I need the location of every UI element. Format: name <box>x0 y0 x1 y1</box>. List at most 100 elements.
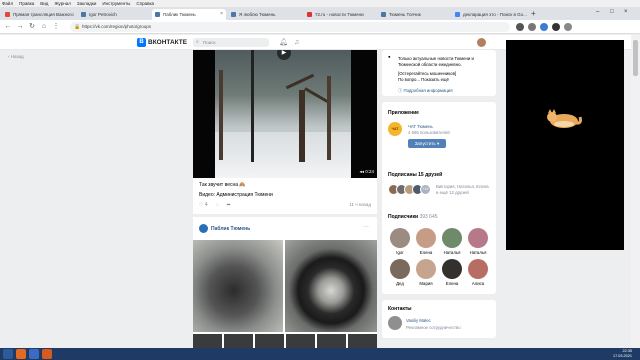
tab-favicon-icon <box>455 12 460 17</box>
friends-heading[interactable]: Подписаны 15 друзей <box>388 172 442 178</box>
subscriber-avatar <box>442 259 462 279</box>
browser-tab[interactable]: декларация это - Поиск в Go... <box>452 9 528 20</box>
browser-tab-active[interactable]: Паблик Тюмень × <box>152 9 226 20</box>
tab-title: декларация это - Поиск в Go... <box>463 12 527 17</box>
share-icon[interactable]: ➦ <box>227 202 231 208</box>
forward-icon[interactable]: → <box>16 23 24 31</box>
menu-item[interactable]: Справка <box>136 0 154 7</box>
more-info-link[interactable]: ⓘ Подробная информация <box>398 88 453 94</box>
vk-logo-icon[interactable]: В <box>137 38 146 47</box>
group-avatar[interactable] <box>199 224 208 233</box>
url-field[interactable]: 🔒 https://vk.com/region/photo/groups <box>70 22 510 32</box>
menu-item[interactable]: Вид <box>40 0 48 7</box>
subscriber-name: Igor <box>396 250 404 255</box>
info-text[interactable]: По вопро... Показать ещё <box>398 77 449 82</box>
photo-thumbnail[interactable] <box>255 334 284 348</box>
tab-title: Igor Petrovich <box>89 12 117 17</box>
browser-tab[interactable]: Igor Petrovich <box>78 9 150 20</box>
video-player[interactable]: ▶ ◂◂ 0:24 <box>193 50 377 178</box>
back-link[interactable]: ‹ Назад <box>8 54 24 59</box>
post-photo[interactable] <box>193 240 283 332</box>
subscriber[interactable]: Наталья <box>439 228 465 255</box>
extension-icon[interactable] <box>540 23 548 31</box>
subscriber[interactable]: Igor <box>387 228 413 255</box>
start-icon[interactable] <box>3 349 13 359</box>
subscribers-heading[interactable]: Подписчики 393 645 <box>388 214 438 220</box>
subscriber[interactable]: Алиса <box>465 259 491 286</box>
extension-icon[interactable] <box>516 23 524 31</box>
subscriber[interactable]: Елена <box>413 228 439 255</box>
subscriber[interactable]: Наталья <box>465 228 491 255</box>
photo-thumbnail[interactable] <box>193 334 222 348</box>
photo-thumbnail[interactable] <box>348 334 377 348</box>
menu-item[interactable]: Файл <box>2 0 13 7</box>
app-name[interactable]: ЧАТ Тюмень <box>408 124 433 129</box>
more-options-icon[interactable]: ··· <box>363 224 369 230</box>
friends-extra-count: +12 <box>420 184 431 195</box>
app-icon[interactable]: ЧАТ <box>388 122 402 136</box>
window-close-icon[interactable]: × <box>624 9 628 15</box>
browser-tab[interactable]: 72.ru - новости Тюмени <box>304 9 376 20</box>
browser-tab[interactable]: Я люблю Тюмень <box>228 9 302 20</box>
subscriber-name: Алиса <box>471 281 485 286</box>
back-icon[interactable]: ← <box>4 23 12 31</box>
extension-icon[interactable] <box>552 23 560 31</box>
photo-thumbnail[interactable] <box>224 334 253 348</box>
launch-app-label: Запустить <box>414 141 436 146</box>
system-clock[interactable]: 22:35 17.03.2021 <box>613 349 632 359</box>
user-avatar[interactable] <box>477 38 486 47</box>
tab-favicon-icon <box>81 12 86 17</box>
subscribers-count: 393 645 <box>419 214 438 220</box>
reload-icon[interactable]: ↻ <box>28 23 36 31</box>
music-icon[interactable]: ♫ <box>294 38 299 47</box>
post-photo[interactable] <box>285 240 377 332</box>
menu-item[interactable]: Журнал <box>54 0 70 7</box>
notifications-bell-icon[interactable]: 🔔︎ <box>279 38 288 47</box>
menu-item[interactable]: Правка <box>19 0 34 7</box>
profile-icon[interactable] <box>564 23 572 31</box>
taskbar-app-icon[interactable] <box>29 349 39 359</box>
vk-logo-text[interactable]: ВКОНТАКТЕ <box>148 38 187 47</box>
page-scrollbar[interactable] <box>631 35 640 348</box>
taskbar-app-icon[interactable] <box>16 349 26 359</box>
cat-image <box>547 109 582 128</box>
info-text: Тюменской области ежедневно. <box>398 62 462 67</box>
search-input[interactable]: ⌕ Поиск <box>193 38 269 47</box>
post-author[interactable]: Паблик Тюмень <box>211 226 250 232</box>
subscriber[interactable]: Дед <box>387 259 413 286</box>
scrollbar-thumb[interactable] <box>633 40 638 76</box>
tree-branch <box>304 87 330 104</box>
taskbar-app-icon[interactable] <box>42 349 52 359</box>
maximize-icon[interactable]: □ <box>610 9 614 15</box>
contacts-heading[interactable]: Контакты <box>388 306 412 312</box>
new-tab-button[interactable]: + <box>531 10 539 18</box>
extension-icon[interactable] <box>528 23 536 31</box>
photo-thumbnail[interactable] <box>317 334 346 348</box>
subscriber-name: Елена <box>445 281 459 286</box>
minimize-icon[interactable]: – <box>596 9 599 15</box>
menu-item[interactable]: Закладки <box>77 0 96 7</box>
subscriber[interactable]: Елена <box>439 259 465 286</box>
friends-avatars[interactable]: +12 <box>388 184 431 195</box>
info-text: Только актуальные новости Тюмени и <box>398 56 474 61</box>
photo-thumbnail[interactable] <box>286 334 315 348</box>
close-tab-icon[interactable]: × <box>220 9 223 20</box>
like-button[interactable]: ♡ 4 <box>199 202 208 208</box>
subscriber-name: Елена <box>419 250 433 255</box>
comment-icon[interactable]: ◌ <box>216 202 219 208</box>
menu-item[interactable]: Инструменты <box>102 0 130 7</box>
floating-video-player[interactable] <box>506 40 624 250</box>
menu-bar: Файл Правка Вид Журнал Закладки Инструме… <box>0 0 640 7</box>
info-bullet-icon: ● <box>388 54 391 59</box>
launch-app-button[interactable]: Запустить ▾ <box>408 139 446 148</box>
contact-avatar[interactable] <box>388 316 402 330</box>
home-icon[interactable]: ⌂ <box>40 23 48 31</box>
tab-title: Паблик Тюмень <box>163 12 196 17</box>
contact-name[interactable]: Vasiliy Malec <box>406 318 431 323</box>
apps-icon[interactable]: ⋮ <box>52 23 60 31</box>
subscriber-name: Дед <box>396 281 404 286</box>
tab-title: 72.ru - новости Тюмени <box>315 12 364 17</box>
subscriber[interactable]: Мария <box>413 259 439 286</box>
browser-tab[interactable]: Тюмень Топчик <box>378 9 450 20</box>
browser-tab[interactable]: Прямая трансляция Важного <box>2 9 74 20</box>
